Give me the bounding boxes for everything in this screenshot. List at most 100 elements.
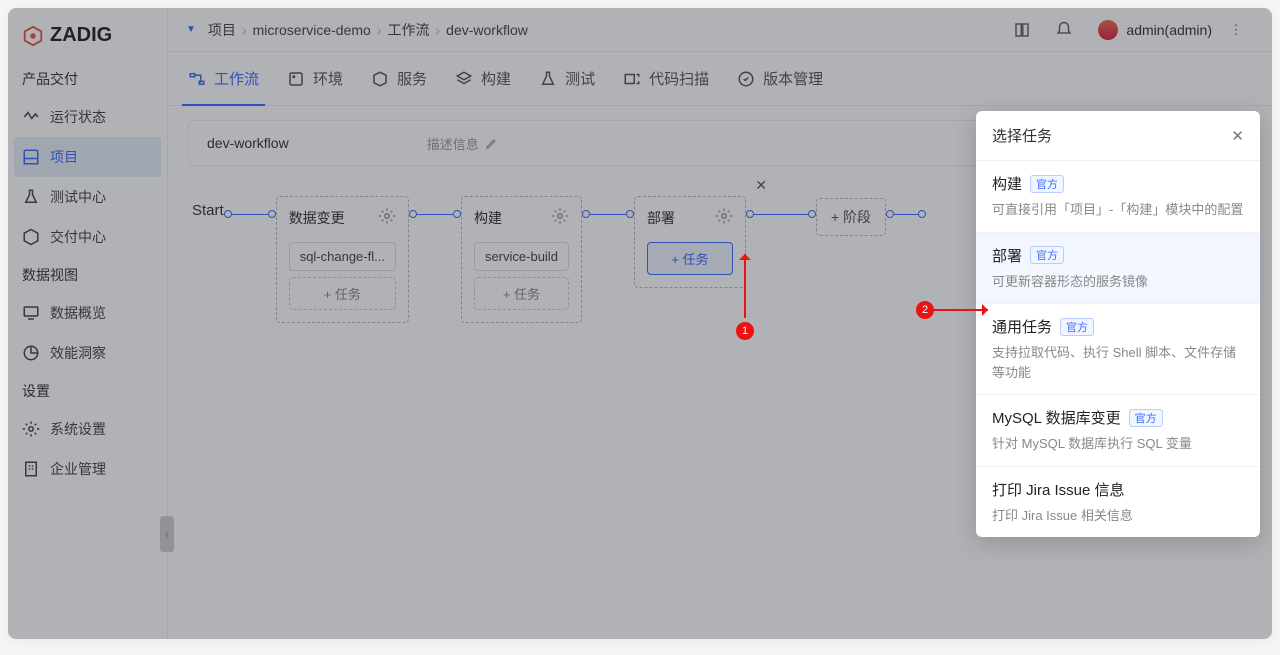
tab-label: 服务 bbox=[397, 68, 427, 89]
gear-icon[interactable] bbox=[715, 207, 733, 228]
svc-icon bbox=[371, 70, 389, 88]
task-name: MySQL 数据库变更 bbox=[992, 407, 1121, 428]
add-task-button[interactable]: + 任务 bbox=[647, 242, 733, 275]
task-desc: 可更新容器形态的服务镜像 bbox=[992, 272, 1244, 292]
stage-title: 数据变更 bbox=[289, 208, 345, 228]
sidebar-item-label: 效能洞察 bbox=[50, 343, 106, 363]
panel-title: 选择任务 bbox=[992, 125, 1052, 146]
stage-部署: ✕部署+ 任务 bbox=[634, 196, 746, 288]
sidebar-item-label: 项目 bbox=[50, 147, 78, 167]
official-tag: 官方 bbox=[1060, 318, 1094, 336]
building-icon bbox=[22, 460, 40, 478]
task-option[interactable]: 通用任务官方支持拉取代码、执行 Shell 脚本、文件存储等功能 bbox=[976, 303, 1260, 394]
caret-down-icon[interactable]: ▼ bbox=[186, 24, 196, 35]
official-tag: 官方 bbox=[1129, 409, 1163, 427]
tab-ver[interactable]: 版本管理 bbox=[737, 52, 823, 105]
sidebar-item-building[interactable]: 企业管理 bbox=[8, 449, 167, 489]
tab-env[interactable]: 环境 bbox=[287, 52, 343, 105]
avatar-icon bbox=[1098, 20, 1118, 40]
more-vert-icon[interactable]: ⋮ bbox=[1226, 20, 1246, 40]
sidebar-collapse[interactable]: ‹ bbox=[160, 516, 174, 552]
sidebar-item-label: 运行状态 bbox=[50, 107, 106, 127]
bell-icon[interactable] bbox=[1054, 20, 1074, 40]
tabs: 工作流 环境 服务 构建 测试 代码扫描 版本管理 bbox=[168, 52, 1272, 106]
task-option[interactable]: 打印 Jira Issue 信息打印 Jira Issue 相关信息 bbox=[976, 466, 1260, 538]
breadcrumb-part[interactable]: 工作流 bbox=[388, 20, 430, 40]
sidebar-item-box[interactable]: 交付中心 bbox=[8, 217, 167, 257]
task-name: 部署 bbox=[992, 245, 1022, 266]
close-icon[interactable]: ✕ bbox=[755, 177, 767, 194]
book-icon[interactable] bbox=[1012, 20, 1032, 40]
build-icon bbox=[455, 70, 473, 88]
task-desc: 打印 Jira Issue 相关信息 bbox=[992, 506, 1244, 526]
add-task-button[interactable]: + 任务 bbox=[289, 277, 396, 310]
tab-label: 环境 bbox=[313, 68, 343, 89]
nav-section-title: 数据视图 bbox=[8, 257, 167, 293]
logo: ZADIG bbox=[8, 16, 167, 61]
job-item[interactable]: sql-change-fl... bbox=[289, 242, 396, 271]
user-menu[interactable]: admin(admin) bbox=[1098, 20, 1212, 40]
official-tag: 官方 bbox=[1030, 175, 1064, 193]
stage-title: 部署 bbox=[647, 208, 675, 228]
tab-build[interactable]: 构建 bbox=[455, 52, 511, 105]
stage-构建: 构建 service-build + 任务 bbox=[461, 196, 582, 323]
edit-icon bbox=[485, 136, 499, 150]
sidebar-item-label: 企业管理 bbox=[50, 459, 106, 479]
task-name: 构建 bbox=[992, 173, 1022, 194]
tab-test[interactable]: 测试 bbox=[539, 52, 595, 105]
test-icon bbox=[539, 70, 557, 88]
user-name: admin(admin) bbox=[1126, 22, 1212, 38]
sidebar-item-cog[interactable]: 系统设置 bbox=[8, 409, 167, 449]
workflow-desc[interactable]: 描述信息 bbox=[427, 134, 499, 153]
breadcrumb-part[interactable]: dev-workflow bbox=[446, 22, 528, 38]
sidebar-item-pie[interactable]: 效能洞察 bbox=[8, 333, 167, 373]
tab-label: 工作流 bbox=[214, 68, 259, 89]
official-tag: 官方 bbox=[1030, 246, 1064, 264]
close-icon[interactable]: ✕ bbox=[1231, 127, 1244, 145]
task-option[interactable]: MySQL 数据库变更官方针对 MySQL 数据库执行 SQL 变量 bbox=[976, 394, 1260, 466]
sidebar-item-label: 交付中心 bbox=[50, 227, 106, 247]
topbar: ▼ 项目›microservice-demo›工作流›dev-workflow … bbox=[168, 8, 1272, 52]
task-name: 打印 Jira Issue 信息 bbox=[992, 479, 1125, 500]
sidebar: ZADIG 产品交付运行状态项目测试中心交付中心数据视图数据概览效能洞察设置系统… bbox=[8, 8, 168, 639]
task-option[interactable]: 构建官方可直接引用「项目」-「构建」模块中的配置 bbox=[976, 160, 1260, 232]
sidebar-item-label: 数据概览 bbox=[50, 303, 106, 323]
add-task-button[interactable]: + 任务 bbox=[474, 277, 569, 310]
breadcrumb-part[interactable]: microservice-demo bbox=[253, 22, 371, 38]
sidebar-item-label: 系统设置 bbox=[50, 419, 106, 439]
nav-section-title: 设置 bbox=[8, 373, 167, 409]
task-desc: 支持拉取代码、执行 Shell 脚本、文件存储等功能 bbox=[992, 343, 1244, 382]
sidebar-item-label: 测试中心 bbox=[50, 187, 106, 207]
tab-label: 构建 bbox=[481, 68, 511, 89]
grid-icon bbox=[22, 148, 40, 166]
stage-title: 构建 bbox=[474, 208, 502, 228]
task-select-panel: 选择任务 ✕ 构建官方可直接引用「项目」-「构建」模块中的配置部署官方可更新容器… bbox=[976, 111, 1260, 537]
tab-scan[interactable]: 代码扫描 bbox=[623, 52, 709, 105]
add-stage-button[interactable]: + 阶段 bbox=[816, 198, 886, 236]
box-icon bbox=[22, 228, 40, 246]
gear-icon[interactable] bbox=[551, 207, 569, 228]
sidebar-item-grid[interactable]: 项目 bbox=[14, 137, 161, 177]
breadcrumb-part[interactable]: 项目 bbox=[208, 20, 236, 40]
logo-icon bbox=[22, 25, 44, 47]
flask-icon bbox=[22, 188, 40, 206]
job-item[interactable]: service-build bbox=[474, 242, 569, 271]
sidebar-item-monitor[interactable]: 数据概览 bbox=[8, 293, 167, 333]
flow-icon bbox=[188, 70, 206, 88]
nav-section-title: 产品交付 bbox=[8, 61, 167, 97]
sidebar-item-flask[interactable]: 测试中心 bbox=[8, 177, 167, 217]
tab-label: 测试 bbox=[565, 68, 595, 89]
ver-icon bbox=[737, 70, 755, 88]
cog-icon bbox=[22, 420, 40, 438]
tab-label: 版本管理 bbox=[763, 68, 823, 89]
scan-icon bbox=[623, 70, 641, 88]
monitor-icon bbox=[22, 304, 40, 322]
tab-flow[interactable]: 工作流 bbox=[188, 52, 259, 105]
gear-icon[interactable] bbox=[378, 207, 396, 228]
env-icon bbox=[287, 70, 305, 88]
task-desc: 可直接引用「项目」-「构建」模块中的配置 bbox=[992, 200, 1244, 220]
task-option[interactable]: 部署官方可更新容器形态的服务镜像 bbox=[976, 232, 1260, 304]
task-name: 通用任务 bbox=[992, 316, 1052, 337]
sidebar-item-activity[interactable]: 运行状态 bbox=[8, 97, 167, 137]
tab-svc[interactable]: 服务 bbox=[371, 52, 427, 105]
